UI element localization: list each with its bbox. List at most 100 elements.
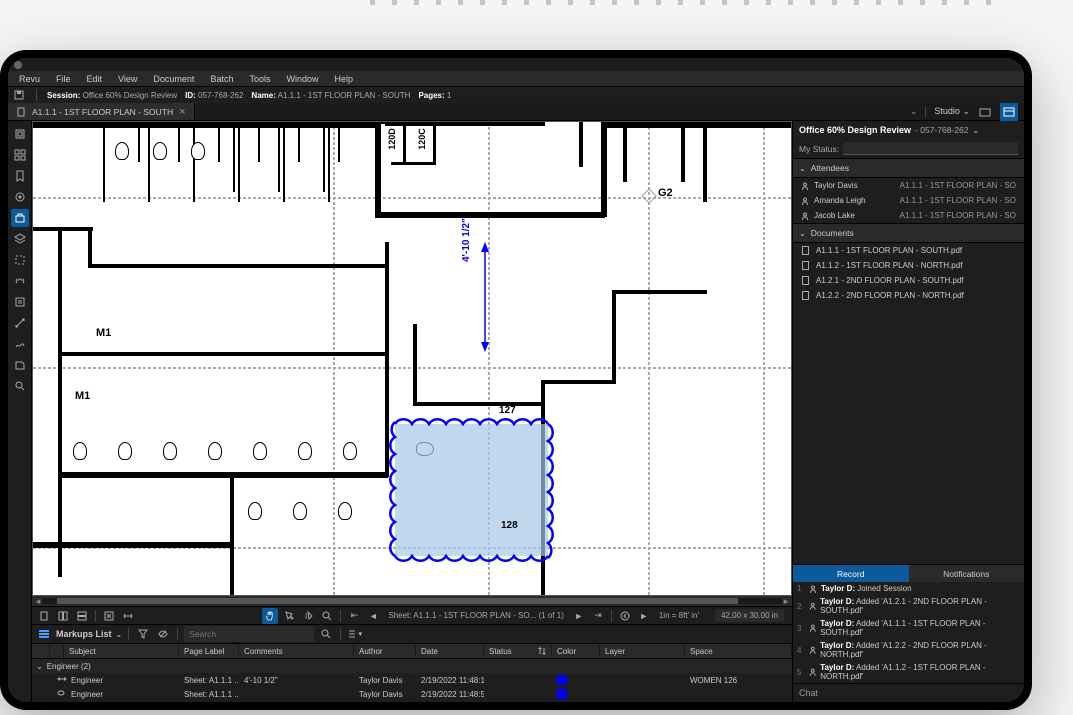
prev-page-icon[interactable]: ◄ <box>365 608 381 624</box>
column-space[interactable]: Space <box>685 644 792 658</box>
forms-icon[interactable] <box>11 293 29 311</box>
last-page-icon[interactable]: ⇥ <box>590 608 606 624</box>
menu-tools[interactable]: Tools <box>242 72 277 86</box>
status-input[interactable] <box>843 142 1018 155</box>
window-control[interactable] <box>14 61 22 69</box>
markups-group[interactable]: ⌄ Engineer (2) <box>32 659 792 673</box>
document-item[interactable]: A1.1.2 - 1ST FLOOR PLAN - NORTH.pdf <box>793 258 1024 273</box>
fit-width-icon[interactable] <box>120 608 136 624</box>
person-icon <box>809 585 817 593</box>
log-entry: 5Taylor D: Added 'A1.1.2 - 1ST FLOOR PLA… <box>793 661 1024 683</box>
document-name: A1.2.1 - 2ND FLOOR PLAN - SOUTH.pdf <box>816 276 964 285</box>
spaces-icon[interactable] <box>11 251 29 269</box>
sort-icon[interactable] <box>538 647 546 655</box>
menu-revu[interactable]: Revu <box>12 72 47 86</box>
columns-icon[interactable]: ▾ <box>347 626 363 642</box>
tool-chest-icon[interactable] <box>11 209 29 227</box>
close-icon[interactable]: × <box>179 106 185 118</box>
menubar: Revu File Edit View Document Batch Tools… <box>8 71 1024 87</box>
attendee-row[interactable]: Jacob LakeA1.1.1 - 1ST FLOOR PLAN - SO <box>793 208 1024 223</box>
column-page[interactable]: Page Label <box>179 644 239 658</box>
column-subject[interactable]: Subject <box>64 644 179 658</box>
signatures-icon[interactable] <box>11 335 29 353</box>
studio-sessions-icon[interactable] <box>1000 103 1018 121</box>
menu-help[interactable]: Help <box>327 72 360 86</box>
markup-row[interactable]: EngineerSheet: A1.1.1 ...4'-10 1/2"Taylo… <box>32 673 792 687</box>
column-date[interactable]: Date <box>416 644 484 658</box>
tab-notifications[interactable]: Notifications <box>909 565 1025 582</box>
markup-subject: Engineer <box>71 690 103 699</box>
search-icon[interactable] <box>318 626 334 642</box>
continuous-icon[interactable] <box>55 608 71 624</box>
menu-window[interactable]: Window <box>279 72 325 86</box>
file-access-icon[interactable] <box>11 125 29 143</box>
column-color[interactable]: Color <box>552 644 600 658</box>
person-icon <box>809 646 817 654</box>
prev-view-icon[interactable] <box>617 608 633 624</box>
tab-record[interactable]: Record <box>793 565 909 582</box>
filter-icon[interactable] <box>135 626 151 642</box>
select-tool-icon[interactable] <box>281 608 297 624</box>
scrollbar-horizontal[interactable]: ◄ ► <box>32 596 792 606</box>
document-tab[interactable]: A1.1.1 - 1ST FLOOR PLAN - SOUTH × <box>8 103 195 120</box>
bookmarks-icon[interactable] <box>11 167 29 185</box>
attendees-section[interactable]: ⌄ Attendees <box>793 158 1024 178</box>
fit-page-icon[interactable] <box>101 608 117 624</box>
menu-view[interactable]: View <box>111 72 144 86</box>
document-item[interactable]: A1.1.1 - 1ST FLOOR PLAN - SOUTH.pdf <box>793 243 1024 258</box>
documents-label: Documents <box>811 228 854 238</box>
document-tab-bar: A1.1.1 - 1ST FLOOR PLAN - SOUTH × ⌄ Stud… <box>8 103 1024 121</box>
zoom-tool-icon[interactable] <box>319 608 335 624</box>
sets-icon[interactable] <box>11 356 29 374</box>
column-comments[interactable]: Comments <box>239 644 354 658</box>
layers-icon[interactable] <box>11 230 29 248</box>
studio-dropdown[interactable]: Studio ⌄ <box>934 106 970 117</box>
tab-dropdown-icon[interactable]: ⌄ <box>910 106 918 117</box>
document-item[interactable]: A1.2.1 - 2ND FLOOR PLAN - SOUTH.pdf <box>793 273 1024 288</box>
hide-markups-icon[interactable] <box>155 626 171 642</box>
markups-list-icon[interactable] <box>36 626 52 642</box>
person-icon <box>809 624 817 632</box>
column-author[interactable]: Author <box>354 644 416 658</box>
pdf-icon <box>801 276 810 285</box>
properties-icon[interactable] <box>11 188 29 206</box>
attendee-row[interactable]: Amanda LeighA1.1.1 - 1ST FLOOR PLAN - SO <box>793 193 1024 208</box>
chevron-down-icon[interactable]: ⌄ <box>972 126 979 135</box>
room-label-127: 127 <box>499 405 516 416</box>
side-by-side-icon[interactable] <box>74 608 90 624</box>
session-pages: 1 <box>447 91 451 100</box>
links-icon[interactable] <box>11 272 29 290</box>
room-label-128: 128 <box>501 520 518 531</box>
search-icon[interactable] <box>11 377 29 395</box>
measurements-icon[interactable] <box>11 314 29 332</box>
pdf-icon <box>801 246 810 255</box>
menu-batch[interactable]: Batch <box>203 72 240 86</box>
markup-row[interactable]: EngineerSheet: A1.1.1 ...Taylor Davis2/1… <box>32 687 792 701</box>
markups-dropdown-icon[interactable]: ⌄ <box>116 630 123 639</box>
session-id-label: ID: <box>185 91 196 100</box>
thumbnails-icon[interactable] <box>11 146 29 164</box>
next-view-icon[interactable]: ► <box>636 608 652 624</box>
markups-search-input[interactable] <box>184 626 314 642</box>
column-layer[interactable]: Layer <box>600 644 685 658</box>
chat-label[interactable]: Chat <box>793 683 1024 702</box>
text-select-icon[interactable]: I <box>300 608 316 624</box>
studio-session-title: Office 60% Design Review <box>799 125 911 135</box>
markups-panel: Markups List ⌄ ▾ Subject Page Label Comm… <box>32 624 792 702</box>
menu-document[interactable]: Document <box>146 72 201 86</box>
document-item[interactable]: A1.2.2 - 2ND FLOOR PLAN - NORTH.pdf <box>793 288 1024 303</box>
first-page-icon[interactable]: ⇤ <box>346 608 362 624</box>
studio-projects-icon[interactable] <box>976 103 994 121</box>
column-status[interactable]: Status <box>484 644 552 658</box>
pan-tool-icon[interactable] <box>262 608 278 624</box>
menu-file[interactable]: File <box>49 72 78 86</box>
session-doc: A1.1.1 - 1ST FLOOR PLAN - SOUTH <box>278 91 411 100</box>
menu-edit[interactable]: Edit <box>80 72 110 86</box>
attendee-row[interactable]: Taylor DavisA1.1.1 - 1ST FLOOR PLAN - SO <box>793 178 1024 193</box>
documents-section[interactable]: ⌄ Documents <box>793 223 1024 243</box>
single-page-icon[interactable] <box>36 608 52 624</box>
next-page-icon[interactable]: ► <box>571 608 587 624</box>
person-icon <box>809 668 817 676</box>
document-canvas[interactable]: 4'-10 1/2" G2 M1 M1 127 128 1 <box>32 121 792 596</box>
session-save-icon[interactable] <box>12 88 26 102</box>
